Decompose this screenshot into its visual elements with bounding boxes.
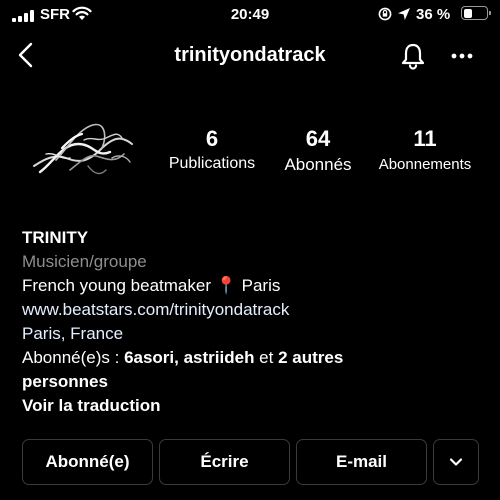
bio-link[interactable]: www.beatstars.com/trinityondatrack bbox=[22, 298, 343, 322]
following-button[interactable]: Abonné(e) bbox=[22, 439, 153, 485]
followed-by-users[interactable]: 6asori, astriideh bbox=[124, 348, 254, 367]
battery-percent: 36 % bbox=[416, 6, 451, 23]
stat-followers[interactable]: 64 Abonnés bbox=[268, 126, 368, 175]
email-button[interactable]: E-mail bbox=[296, 439, 427, 485]
followed-by[interactable]: Abonné(e)s : 6asori, astriideh et 2 autr… bbox=[22, 346, 343, 370]
following-label: Abonnements bbox=[378, 156, 472, 173]
bio-description: French young beatmaker 📍 Paris bbox=[22, 274, 343, 298]
followed-by-others[interactable]: 2 autres bbox=[278, 348, 343, 367]
message-button[interactable]: Écrire bbox=[159, 439, 290, 485]
profile-name: TRINITY bbox=[22, 228, 89, 247]
message-button-label: Écrire bbox=[200, 452, 249, 471]
email-button-label: E-mail bbox=[335, 452, 388, 471]
bell-icon[interactable] bbox=[398, 41, 428, 71]
profile-category: Musicien/groupe bbox=[22, 252, 147, 271]
translate-link[interactable]: Voir la traduction bbox=[22, 394, 343, 418]
battery-icon bbox=[461, 6, 491, 20]
following-count: 11 bbox=[413, 126, 437, 151]
followed-by-others-cont[interactable]: personnes bbox=[22, 370, 343, 394]
followers-count: 64 bbox=[305, 126, 331, 151]
following-button-label: Abonné(e) bbox=[45, 452, 130, 471]
avatar[interactable] bbox=[26, 114, 138, 186]
rotation-lock-icon bbox=[378, 7, 392, 21]
pin-icon: 📍 bbox=[215, 276, 237, 295]
followed-by-and: et bbox=[254, 348, 279, 367]
followers-label: Abonnés bbox=[284, 155, 352, 174]
followed-by-prefix: Abonné(e)s : bbox=[22, 348, 125, 367]
stat-following[interactable]: 11 Abonnements bbox=[372, 126, 478, 173]
publications-label: Publications bbox=[168, 155, 256, 172]
suggestions-dropdown-button[interactable] bbox=[433, 439, 479, 485]
bio-description-text: French young beatmaker bbox=[22, 276, 211, 295]
stat-publications[interactable]: 6 Publications bbox=[162, 126, 262, 173]
bio-description-city: Paris bbox=[241, 276, 281, 295]
location-icon bbox=[398, 8, 410, 20]
chevron-down-icon bbox=[449, 458, 463, 466]
bio-block: TRINITY Musicien/groupe French young bea… bbox=[22, 226, 343, 418]
publications-count: 6 bbox=[205, 126, 219, 151]
bio-location[interactable]: Paris, France bbox=[22, 322, 343, 346]
more-dots-icon[interactable] bbox=[450, 52, 474, 60]
